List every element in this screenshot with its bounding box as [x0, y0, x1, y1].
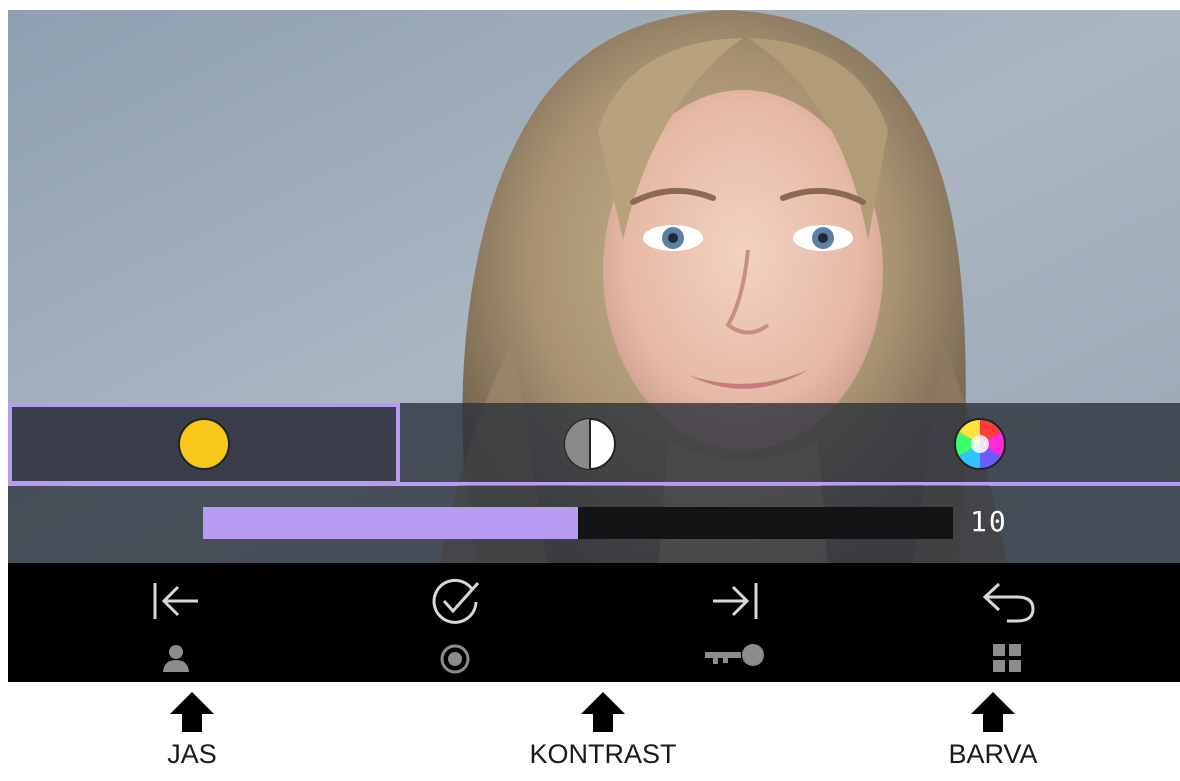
- check-circle-icon: [432, 578, 480, 624]
- annotation-label: JAS: [167, 739, 217, 769]
- tab-brightness[interactable]: [8, 403, 400, 485]
- arrow-left-to-bar-icon: [153, 583, 198, 619]
- slider-fill: [203, 507, 578, 539]
- contrast-half-circle-icon: [564, 418, 616, 470]
- up-arrow-icon: [581, 692, 625, 732]
- annotation-contrast: KONTRAST: [503, 690, 703, 770]
- record-dot-icon: [440, 644, 470, 674]
- grid-icon: [993, 644, 1021, 672]
- page: 10 JAS KONTRAST BARVA: [0, 0, 1180, 781]
- color-wheel-icon: [954, 418, 1006, 470]
- slider-value: 10: [970, 505, 1008, 538]
- up-arrow-icon: [971, 692, 1015, 732]
- intercom-screen: 10: [8, 10, 1180, 682]
- value-strip: 10: [8, 486, 1180, 563]
- person-icon: [163, 645, 189, 672]
- annotation-label: KONTRAST: [529, 739, 677, 769]
- up-arrow-icon: [170, 692, 214, 732]
- undo-return-icon: [982, 582, 1035, 623]
- tab-contrast[interactable]: [400, 403, 780, 485]
- annotation-color: BARVA: [893, 690, 1093, 770]
- brightness-slider[interactable]: [203, 507, 953, 539]
- sun-dot-icon: [178, 418, 230, 470]
- previous-button[interactable]: [106, 563, 246, 682]
- tab-color[interactable]: [780, 403, 1180, 485]
- key-icon: [705, 644, 764, 666]
- annotation-label: BARVA: [948, 739, 1038, 769]
- back-button[interactable]: [937, 563, 1077, 682]
- control-bar: [8, 563, 1180, 682]
- arrow-right-to-bar-icon: [713, 583, 758, 619]
- annotation-brightness: JAS: [92, 690, 292, 770]
- next-button[interactable]: [665, 563, 805, 682]
- adjustment-mode-tabs: [8, 403, 1180, 485]
- tab-underline: [8, 482, 1180, 485]
- confirm-button[interactable]: [385, 563, 525, 682]
